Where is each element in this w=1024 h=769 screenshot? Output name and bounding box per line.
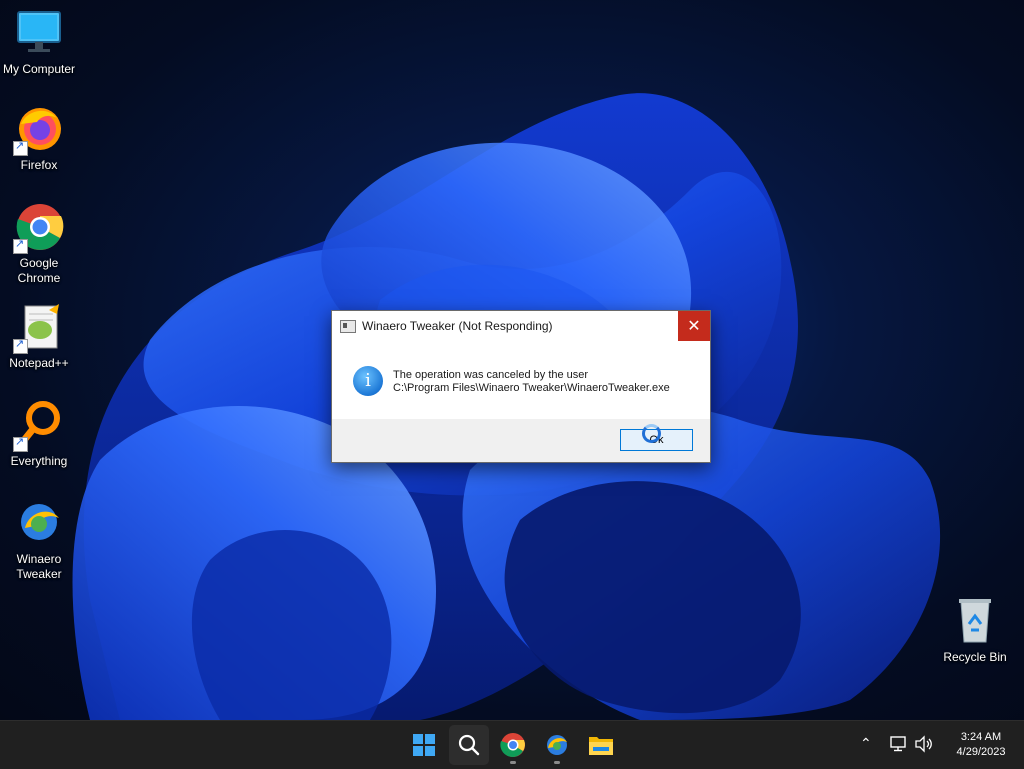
desktop-icon-label: Firefox [20, 158, 58, 172]
desktop-icon-label: Google Chrome [17, 256, 61, 285]
taskbar: ⌃ 3:24 AM 4/29/2023 [0, 720, 1024, 769]
close-button[interactable]: ✕ [678, 311, 710, 341]
running-indicator [554, 761, 560, 764]
monitor-icon [13, 8, 65, 60]
app-window-icon [340, 320, 356, 333]
search-button[interactable] [449, 725, 489, 765]
shortcut-arrow-icon [13, 435, 28, 452]
desktop-icon-google-chrome[interactable]: Google Chrome [0, 202, 78, 286]
chrome-icon [500, 733, 525, 757]
dialog-title: Winaero Tweaker (Not Responding) [362, 319, 553, 333]
search-magnifier-icon [13, 400, 65, 452]
recycle-bin-icon [949, 596, 1001, 648]
desktop-icon-winaero-tweaker[interactable]: Winaero Tweaker [0, 498, 78, 582]
clock-time: 3:24 AM [960, 731, 1002, 743]
desktop-icon-label: Everything [10, 454, 68, 468]
desktop-icon-firefox[interactable]: Firefox [0, 104, 78, 173]
chrome-icon [13, 202, 65, 254]
desktop-icon-my-computer[interactable]: My Computer [0, 8, 78, 77]
taskbar-chrome[interactable] [493, 725, 533, 765]
desktop-icon-recycle-bin[interactable]: Recycle Bin [936, 596, 1014, 665]
dialog-title-bar[interactable]: Winaero Tweaker (Not Responding) ✕ [332, 311, 710, 341]
message-dialog: Winaero Tweaker (Not Responding) ✕ i The… [331, 310, 711, 463]
desktop-icon-label: Recycle Bin [943, 650, 1007, 664]
message-line: The operation was canceled by the user [393, 369, 589, 381]
winaero-tweaker-icon [547, 735, 567, 755]
desktop-icon-label: Winaero Tweaker [16, 552, 62, 581]
shortcut-arrow-icon [13, 237, 28, 254]
shortcut-arrow-icon [13, 337, 28, 354]
clock-date: 4/29/2023 [956, 746, 1006, 758]
firefox-icon [13, 104, 65, 156]
taskbar-winaero-tweaker[interactable] [537, 725, 577, 765]
message-path: C:\Program Files\Winaero Tweaker\Winaero… [393, 382, 670, 394]
dialog-body: i The operation was canceled by the user… [332, 341, 710, 419]
file-explorer-icon [589, 737, 613, 755]
dialog-message: The operation was canceled by the user C… [393, 369, 670, 395]
busy-cursor-icon [642, 424, 661, 443]
volume-icon[interactable] [914, 735, 934, 756]
shortcut-arrow-icon [13, 139, 28, 156]
clock[interactable]: 3:24 AM 4/29/2023 [948, 730, 1014, 760]
running-indicator [510, 761, 516, 764]
taskbar-file-explorer[interactable] [581, 725, 621, 765]
desktop-icon-notepadpp[interactable]: Notepad++ [0, 302, 78, 371]
search-icon [458, 734, 480, 756]
desktop-icon-label: My Computer [2, 62, 76, 76]
desktop-icon-everything[interactable]: Everything [0, 400, 78, 469]
notepadpp-icon [13, 302, 65, 354]
start-icon [413, 734, 435, 756]
show-hidden-icons-chevron-icon[interactable]: ⌃ [860, 735, 872, 752]
desktop-icon-label: Notepad++ [9, 356, 69, 370]
start-button[interactable] [404, 725, 444, 765]
network-icon[interactable] [890, 735, 908, 756]
info-icon: i [353, 366, 383, 396]
winaero-tweaker-icon [13, 498, 65, 550]
